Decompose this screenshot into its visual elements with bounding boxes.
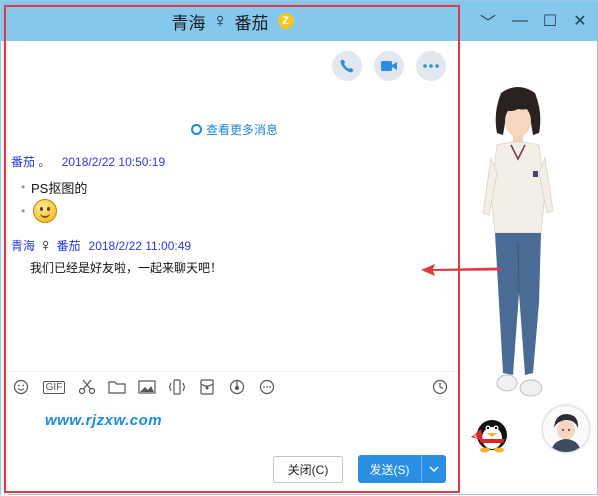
music-icon[interactable]	[227, 377, 247, 397]
input-divider	[9, 371, 459, 372]
red-arrow-annotation	[421, 264, 501, 276]
send-options-dropdown[interactable]	[421, 455, 446, 483]
more-history-link[interactable]: 查看更多消息	[191, 121, 278, 138]
message-header: 番茄 。 2018/2/22 10:50:19	[11, 153, 165, 170]
collapse-icon[interactable]: ﹀	[478, 11, 498, 32]
more-dots-icon	[423, 64, 439, 68]
scissors-icon[interactable]	[77, 377, 97, 397]
female-icon: ♀	[39, 235, 53, 255]
send-button-label: 发送(S)	[369, 462, 410, 477]
title-name-left: 青海	[171, 13, 206, 33]
close-button-label: 关闭(C)	[287, 463, 329, 477]
history-clock-icon[interactable]	[430, 377, 450, 397]
chat-window: 青海 ♀ 番茄 Z ﹀ — ☐ ✕ 查看更多消息 番茄 。 2018/2/22 …	[0, 0, 598, 496]
left-strip	[1, 41, 8, 496]
window-title: 青海 ♀ 番茄 Z	[1, 1, 461, 41]
bullet-dot: •	[21, 180, 26, 194]
red-packet-icon[interactable]	[197, 377, 217, 397]
female-icon: ♀	[212, 9, 228, 32]
title-name-right: 番茄	[234, 13, 269, 33]
qq-penguin-logo: $	[471, 420, 507, 453]
vip-badge-icon: Z	[277, 13, 294, 29]
message-text: 我们已经是好友啦，一起来聊天吧！	[30, 261, 223, 275]
message-text: PS抠图的	[31, 181, 88, 196]
image-icon[interactable]	[137, 377, 157, 397]
title-bar: 青海 ♀ 番茄 Z ﹀ — ☐ ✕	[1, 1, 598, 41]
smiley-emoji-icon	[33, 199, 57, 223]
close-button[interactable]: 关闭(C)	[273, 456, 343, 483]
emoji-icon[interactable]	[11, 377, 31, 397]
chevron-down-icon	[429, 466, 439, 472]
avatar[interactable]	[543, 406, 589, 452]
send-button[interactable]: 发送(S)	[358, 455, 446, 483]
message-header: 青海 ♀ 番茄 2018/2/22 11:00:49	[11, 235, 191, 256]
sender-name: 番茄	[56, 239, 81, 253]
phone-shake-icon[interactable]	[167, 377, 187, 397]
gif-icon[interactable]: GIF	[41, 377, 67, 397]
clock-icon	[191, 124, 202, 135]
voice-call-button[interactable]	[332, 51, 362, 81]
folder-icon[interactable]	[107, 377, 127, 397]
sender-name: 青海	[11, 239, 36, 253]
video-call-button[interactable]	[374, 51, 404, 81]
more-options-button[interactable]	[416, 51, 446, 81]
svg-text:$: $	[473, 433, 477, 441]
message-time: 2018/2/22 10:50:19	[61, 155, 166, 169]
minimize-button[interactable]: —	[510, 11, 530, 31]
watermark-text: www.rjzxw.com	[45, 412, 163, 429]
close-window-button[interactable]: ✕	[570, 11, 590, 31]
qq-show-character-image	[482, 87, 554, 397]
more-history-label: 查看更多消息	[206, 123, 279, 137]
phone-icon	[340, 59, 354, 73]
more-tools-icon[interactable]	[257, 377, 277, 397]
sender-name: 番茄 。	[11, 155, 51, 169]
message-time: 2018/2/22 11:00:49	[88, 238, 192, 253]
input-toolbar: GIF	[11, 377, 287, 397]
maximize-button[interactable]: ☐	[540, 11, 560, 31]
video-camera-icon	[381, 61, 397, 71]
avatar-image	[544, 407, 588, 452]
bullet-dot: •	[21, 204, 26, 218]
